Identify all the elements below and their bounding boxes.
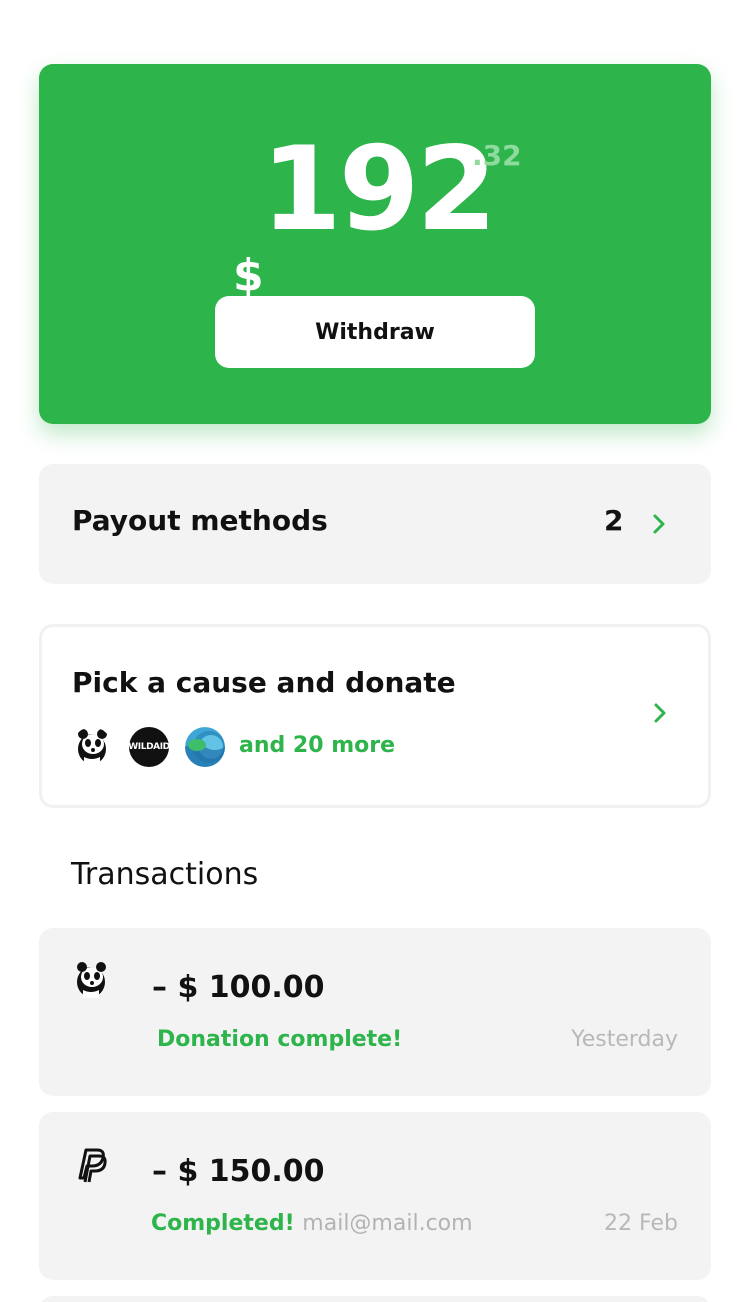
more-causes-link[interactable]: and 20 more [239,735,395,757]
transaction-status-text: Donation complete! [157,1027,403,1052]
wallet-screen: $ 192 .32 Withdraw Payout methods 2 Pick… [0,0,749,1302]
balance-cents: .32 [472,139,522,172]
panda-icon [77,962,106,998]
transaction-amount: – $ 100.00 [152,970,325,1005]
chevron-right-icon [653,514,665,534]
ocean-cause-logo [185,727,225,767]
donate-card[interactable]: Pick a cause and donate WILDAID and 20 m… [39,624,711,808]
balance-card: $ 192 .32 Withdraw [39,64,711,424]
transaction-date: Yesterday [571,1027,678,1052]
withdraw-button[interactable]: Withdraw [215,296,535,368]
payout-methods-label: Payout methods [72,504,328,537]
transaction-item[interactable]: – $ 100.00 Donation complete! Yesterday [39,928,711,1096]
balance-amount: $ 192 .32 [39,64,711,324]
wildaid-logo: WILDAID [128,727,170,767]
transaction-status: Donation complete! [157,1029,402,1051]
paypal-icon [78,1148,107,1183]
donate-title: Pick a cause and donate [72,666,456,699]
payout-methods-row[interactable]: Payout methods 2 [39,464,711,584]
transaction-item[interactable] [39,1296,711,1302]
balance-whole: 192 [261,122,497,257]
transaction-date: 22 Feb [604,1211,678,1236]
payout-methods-count: 2 [604,504,624,537]
currency-symbol: $ [233,250,264,301]
transaction-status-text: Completed! [151,1211,295,1236]
panda-icon [78,729,107,765]
transaction-amount: – $ 150.00 [152,1154,325,1189]
transaction-item[interactable]: – $ 150.00 Completed! mail@mail.com 22 F… [39,1112,711,1280]
chevron-right-icon [654,703,666,723]
transaction-email: mail@mail.com [302,1211,473,1236]
transaction-status: Completed! mail@mail.com [151,1213,473,1235]
transactions-title: Transactions [71,857,259,892]
